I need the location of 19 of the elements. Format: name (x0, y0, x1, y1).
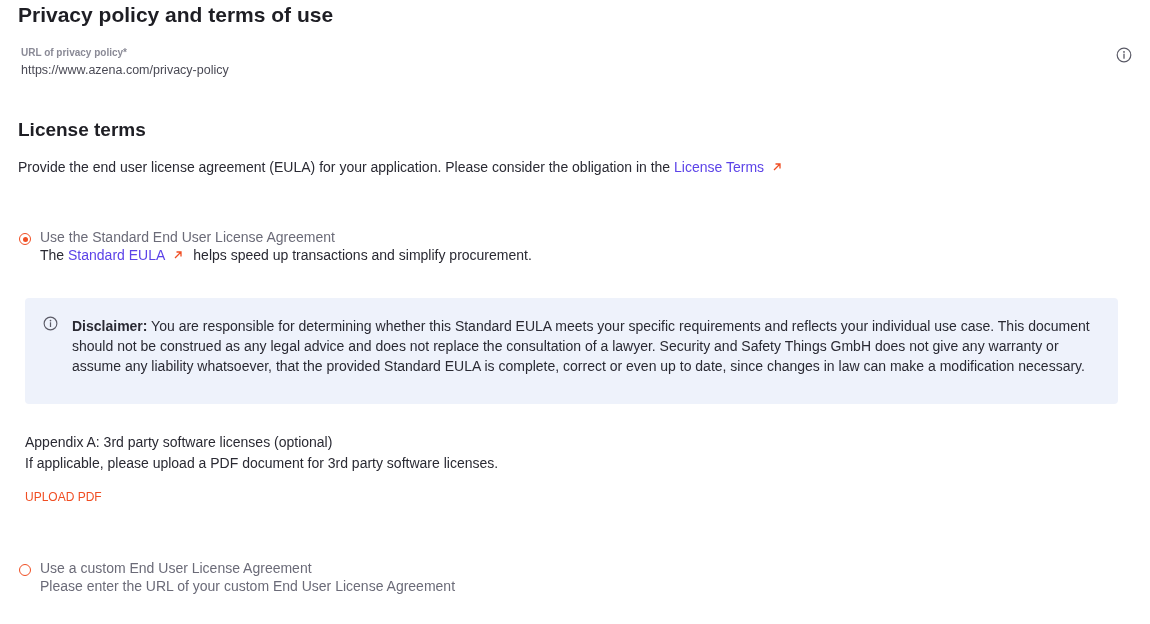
external-link-icon (772, 162, 783, 172)
standard-eula-link[interactable]: Standard EULA (68, 247, 166, 263)
url-field[interactable]: https://www.azena.com/privacy-policy (21, 63, 229, 77)
option-label: Use a custom End User License Agreement (40, 560, 313, 576)
option-description: The Standard EULA helps speed up transactions and simplify procurement. (40, 247, 533, 263)
info-icon (43, 316, 58, 331)
disclaimer-text: Disclaimer: You are responsible for determining whether this Standard EULA meets your specific requirements and reflects your individual use case. This document should not be construed as any legal advice and does not replace the consultation of a lawyer. Security and Safety Things GmbH does not give any warranty or assume any liability whatsoever, that the provided Standard EULA is complete, correct or even up to date, since changes in law can make a modification necessary. (72, 317, 1091, 376)
license-terms-link[interactable]: License Terms (674, 159, 765, 175)
appendix-title: Appendix A: 3rd party software licenses (optional) (25, 434, 334, 450)
option-label: Use the Standard End User License Agreement (40, 229, 336, 245)
info-icon (1116, 47, 1132, 63)
field-label: URL of privacy policy* (21, 47, 128, 58)
section-title: License terms (18, 119, 147, 141)
appendix-hint: If applicable, please upload a PDF document for 3rd party software licenses. (25, 455, 500, 471)
upload-pdf-button[interactable]: UPLOAD PDF (25, 490, 102, 504)
option-description: Please enter the URL of your custom End User License Agreement (40, 578, 457, 594)
section-title: Privacy policy and terms of use (18, 2, 335, 27)
external-link-icon (173, 250, 184, 260)
intro-text: Provide the end user license agreement (EULA) for your application. Please consider the obligation in the License Terms (18, 159, 1132, 175)
